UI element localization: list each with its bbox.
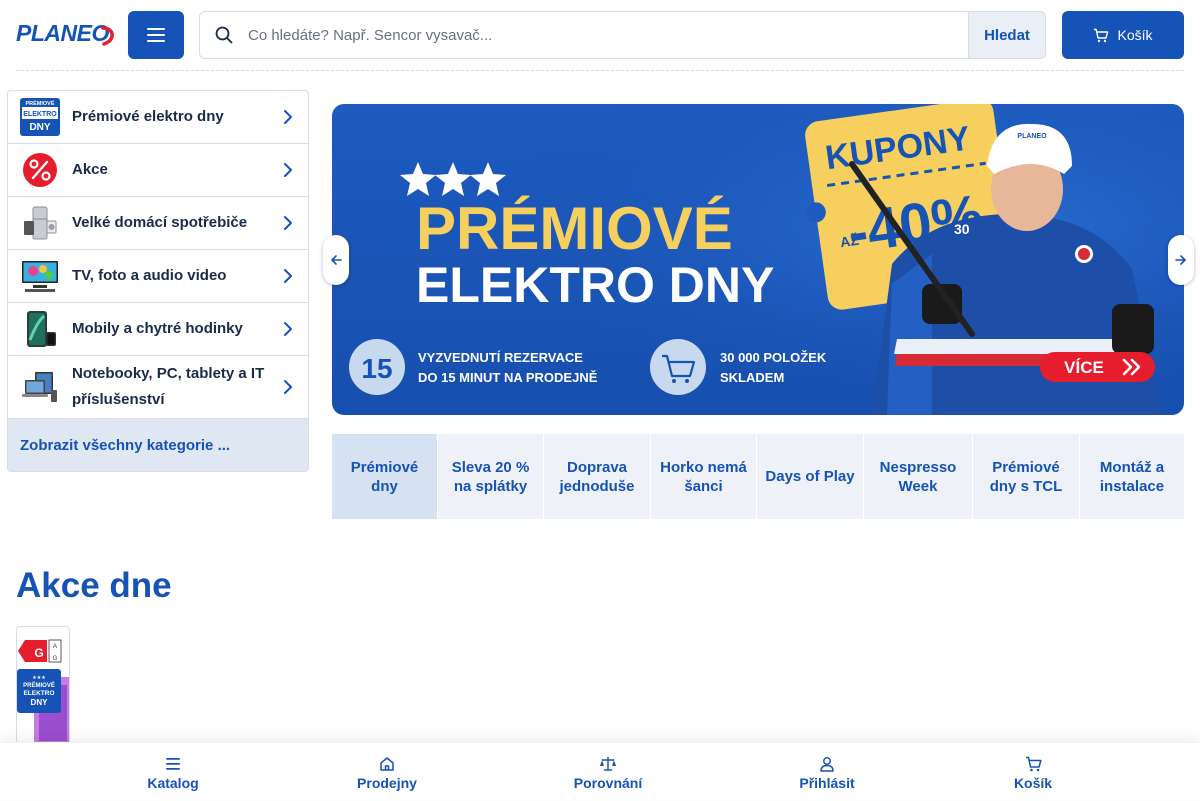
cart-icon — [1094, 28, 1109, 42]
search-bar: Hledat — [199, 11, 1046, 59]
badge-line3: DNY — [31, 698, 49, 707]
planeo-logo[interactable]: PLANEO — [16, 20, 114, 50]
hamburger-icon — [147, 28, 165, 42]
sidebar-item-akce[interactable]: Akce — [8, 144, 308, 197]
scales-icon — [599, 753, 617, 775]
search-icon — [200, 12, 248, 58]
sidebar-item-label: Velké domácí spotřebiče — [72, 214, 248, 231]
badge-line2: ELEKTRO — [23, 690, 54, 697]
sidebar-item-label: Prémiové elektro dny — [72, 108, 224, 125]
sidebar-item-label: TV, foto a audio video — [72, 267, 227, 284]
energy-label-icon: G A G — [18, 639, 62, 663]
menu-icon — [165, 753, 181, 775]
tab-premium-tcl[interactable]: Prémiové dny s TCL — [973, 434, 1080, 519]
nav-cart[interactable]: Košík — [998, 743, 1068, 801]
carousel-next-button[interactable] — [1168, 235, 1194, 285]
nav-stores[interactable]: Prodejny — [347, 743, 427, 801]
home-icon — [379, 753, 395, 775]
deals-title: Akce dne — [16, 566, 172, 605]
svg-text:★★★: ★★★ — [32, 675, 46, 681]
tab-installation[interactable]: Montáž a instalace — [1080, 434, 1184, 519]
header-divider — [16, 70, 1184, 71]
tab-easy-delivery[interactable]: Doprava jednoduše — [544, 434, 651, 519]
tab-premium-days[interactable]: Prémiové dny — [332, 434, 438, 519]
sidebar-item-label: Akce — [72, 161, 108, 178]
chevron-right-icon — [278, 268, 298, 284]
sidebar-item-premium-days[interactable]: PRÉMIOVÉ ELEKTRO DNY Prémiové elektro dny — [8, 91, 308, 144]
banner-headline-2: ELEKTRO DNY — [416, 257, 774, 313]
phone-icon — [20, 309, 60, 349]
feature-2-line2: SKLADEM — [720, 370, 784, 385]
nav-catalog[interactable]: Katalog — [133, 743, 213, 801]
arrow-left-icon — [331, 255, 342, 265]
chevron-right-icon — [278, 109, 298, 125]
promo-banner-art: PRÉMIOVÉ ELEKTRO DNY KUPONY AŽ -40% PLAN… — [332, 104, 1184, 415]
cart-button[interactable]: Košík — [1062, 11, 1184, 59]
feature-2-line1: 30 000 POLOŽEK — [720, 350, 827, 365]
chevron-right-icon — [278, 215, 298, 231]
sidebar-item-label: Mobily a chytré hodinky — [72, 320, 243, 337]
percent-icon — [20, 150, 60, 190]
premium-days-badge-icon: ★★★ PRÉMIOVÉ ELEKTRO DNY — [17, 669, 61, 713]
logo-swoosh-icon — [101, 26, 114, 46]
show-all-categories-link[interactable]: Zobrazit všechny kategorie ... — [8, 419, 308, 471]
feature-1-line2: DO 15 MINUT NA PRODEJNĚ — [418, 370, 598, 385]
logo-text: PLANEO — [16, 20, 109, 46]
user-icon — [819, 753, 835, 775]
more-button-label: VÍCE — [1064, 358, 1104, 377]
shirt-number-text: 30 — [954, 221, 970, 237]
bottom-navigation: Katalog Prodejny Porovnání Přihlásit Koš… — [0, 742, 1200, 800]
nav-compare-label: Porovnání — [573, 775, 643, 791]
energy-scale-bottom: G — [53, 656, 58, 662]
search-input[interactable] — [248, 12, 968, 58]
tv-icon — [20, 256, 60, 296]
nav-stores-label: Prodejny — [357, 775, 417, 791]
tab-nespresso-week[interactable]: Nespresso Week — [864, 434, 973, 519]
tab-installment-discount[interactable]: Sleva 20 % na splátky — [438, 434, 544, 519]
sidebar-item-tv-audio[interactable]: TV, foto a audio video — [8, 250, 308, 303]
sidebar-item-label: Notebooky, PC, tablety a IT příslušenstv… — [72, 365, 265, 408]
banner-headline-1: PRÉMIOVÉ — [416, 195, 733, 262]
cart-button-label: Košík — [1117, 27, 1153, 43]
promo-tabs: Prémiové dny Sleva 20 % na splátky Dopra… — [332, 434, 1184, 519]
sidebar-item-large-appliances[interactable]: Velké domácí spotřebiče — [8, 197, 308, 250]
chevron-right-icon — [278, 379, 298, 395]
arrow-right-icon — [1175, 255, 1186, 265]
svg-text:PRÉMIOVÉ: PRÉMIOVÉ — [25, 99, 54, 107]
tab-days-of-play[interactable]: Days of Play — [757, 434, 864, 519]
more-button: VÍCE — [1040, 352, 1155, 382]
badge-line1: PRÉMIOVÉ — [23, 681, 55, 689]
laptop-icon — [20, 367, 60, 407]
sidebar-item-phones-watches[interactable]: Mobily a chytré hodinky — [8, 303, 308, 356]
product-card-art: G A G ★★★ PRÉMIOVÉ ELEKTRO DNY — [17, 639, 69, 745]
cart-icon — [1025, 753, 1042, 775]
tab-heat[interactable]: Horko nemá šanci — [651, 434, 757, 519]
search-button[interactable]: Hledat — [968, 12, 1045, 58]
sidebar-item-notebooks-pc[interactable]: Notebooky, PC, tablety a IT příslušenstv… — [8, 356, 308, 419]
energy-scale-top: A — [53, 644, 57, 650]
energy-class-text: G — [34, 646, 43, 660]
nav-login-label: Přihlásit — [799, 775, 855, 791]
badge-number: 15 — [361, 353, 392, 384]
nav-catalog-label: Katalog — [147, 775, 199, 791]
promo-banner[interactable]: PRÉMIOVÉ ELEKTRO DNY KUPONY AŽ -40% PLAN… — [332, 104, 1184, 415]
product-card[interactable]: G A G ★★★ PRÉMIOVÉ ELEKTRO DNY — [16, 626, 70, 746]
carousel-prev-button[interactable] — [323, 235, 349, 285]
feature-1-line1: VYZVEDNUTÍ REZERVACE — [418, 350, 583, 365]
svg-text:DNY: DNY — [29, 122, 50, 133]
nav-cart-label: Košík — [1013, 775, 1053, 791]
helmet-logo-text: PLANEO — [1017, 133, 1047, 140]
category-sidebar: PRÉMIOVÉ ELEKTRO DNY Prémiové elektro dny … — [7, 90, 309, 472]
nav-compare[interactable]: Porovnání — [563, 743, 653, 801]
fridge-icon — [20, 203, 60, 243]
header: PLANEO Hledat Košík — [0, 0, 1200, 70]
chevron-right-icon — [278, 162, 298, 178]
nav-login[interactable]: Přihlásit — [787, 743, 867, 801]
svg-text:ELEKTRO: ELEKTRO — [23, 111, 57, 118]
premium-days-icon: PRÉMIOVÉ ELEKTRO DNY — [20, 97, 60, 137]
chevron-right-icon — [278, 321, 298, 337]
menu-button[interactable] — [128, 11, 184, 59]
